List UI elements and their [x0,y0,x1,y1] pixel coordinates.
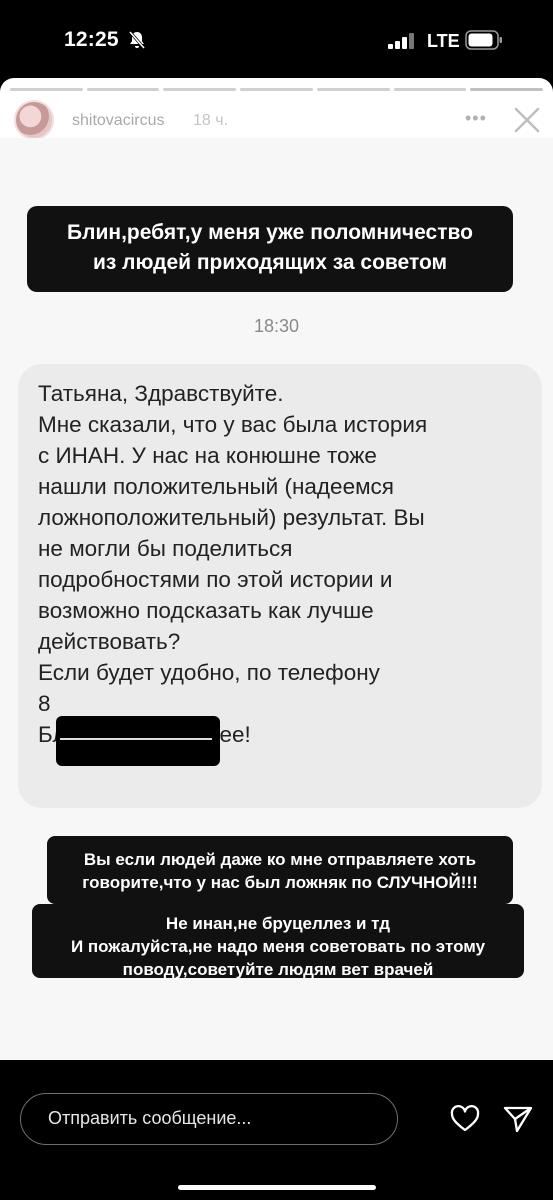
home-indicator[interactable] [178,1185,376,1190]
network-type: LTE [427,31,460,51]
more-options-button[interactable]: ••• [465,108,487,129]
story-content: Блин,ребят,у меня уже поломничество из л… [0,138,553,1060]
status-time: 12:25 [64,28,119,51]
progress-segment-current [470,88,544,91]
text-sticker-bottom-a: Вы если людей даже ко мне отправляете хо… [47,836,513,904]
story-card: shitovacircus 18 ч. ••• Блин,ребят,у мен… [0,78,553,1060]
message-timestamp: 18:30 [253,316,300,336]
progress-segment [86,88,160,91]
message-line: Татьяна, Здравствуйте. [38,381,284,406]
progress-segment [240,88,313,91]
message-input-placeholder: Отправить сообщение... [48,1108,252,1128]
text-sticker-top: Блин,ребят,у меня уже поломничество из л… [27,206,513,292]
message-line: с ИНАН. У нас на конюшне тоже [38,443,377,468]
avatar[interactable] [14,100,54,140]
redaction-scribble [60,738,212,740]
progress-segment [393,88,467,91]
message-line: не могли бы поделиться [38,536,293,561]
heart-icon[interactable] [449,1103,481,1135]
message-line: Мне сказали, что у вас была история [38,412,428,437]
story-progress [10,88,544,91]
message-text: Татьяна, Здравствуйте. Мне сказали, что … [38,378,538,750]
message-line: нашли положительный (надеемся [38,474,394,499]
message-line: ложноположительный) результат. Вы [38,505,425,530]
sticker-line: из людей приходящих за советом [92,251,448,274]
story-username[interactable]: shitovacircus [72,112,164,130]
sticker-line: Не инан,не бруцеллез и тд [165,914,391,933]
sticker-line: поводу,советуйте людям вет врачей [122,960,434,979]
signal-icon [388,33,414,49]
redaction-block [56,716,220,766]
send-icon[interactable] [502,1103,534,1135]
progress-segment [163,88,237,91]
progress-segment [10,88,83,91]
text-sticker-bottom-b: Не инан,не бруцеллез и тд И пожалуйста,н… [32,904,524,979]
progress-segment [316,88,390,91]
story-posted-ago: 18 ч. [193,112,229,129]
bell-muted-icon [128,31,146,49]
battery-icon [465,30,502,50]
sticker-line: И пожалуйста,не надо меня советовать по … [70,937,486,956]
message-line: подробностями по этой истории и [38,567,393,592]
message-line: 8 [38,691,51,716]
status-bar: 12:25 LTE [0,0,553,78]
sticker-line: Вы если людей даже ко мне отправляете хо… [83,850,477,869]
message-line: Если будет удобно, по телефону [38,660,380,685]
message-line: действовать? [38,629,181,654]
message-input[interactable]: Отправить сообщение... [20,1093,398,1145]
sticker-line: Блин,ребят,у меня уже поломничество [67,221,473,244]
close-icon[interactable] [513,106,541,134]
message-line: возможно подсказать как лучше [38,598,374,623]
sticker-line: говорите,что у нас был ложняк по СЛУЧНОЙ… [82,873,478,892]
